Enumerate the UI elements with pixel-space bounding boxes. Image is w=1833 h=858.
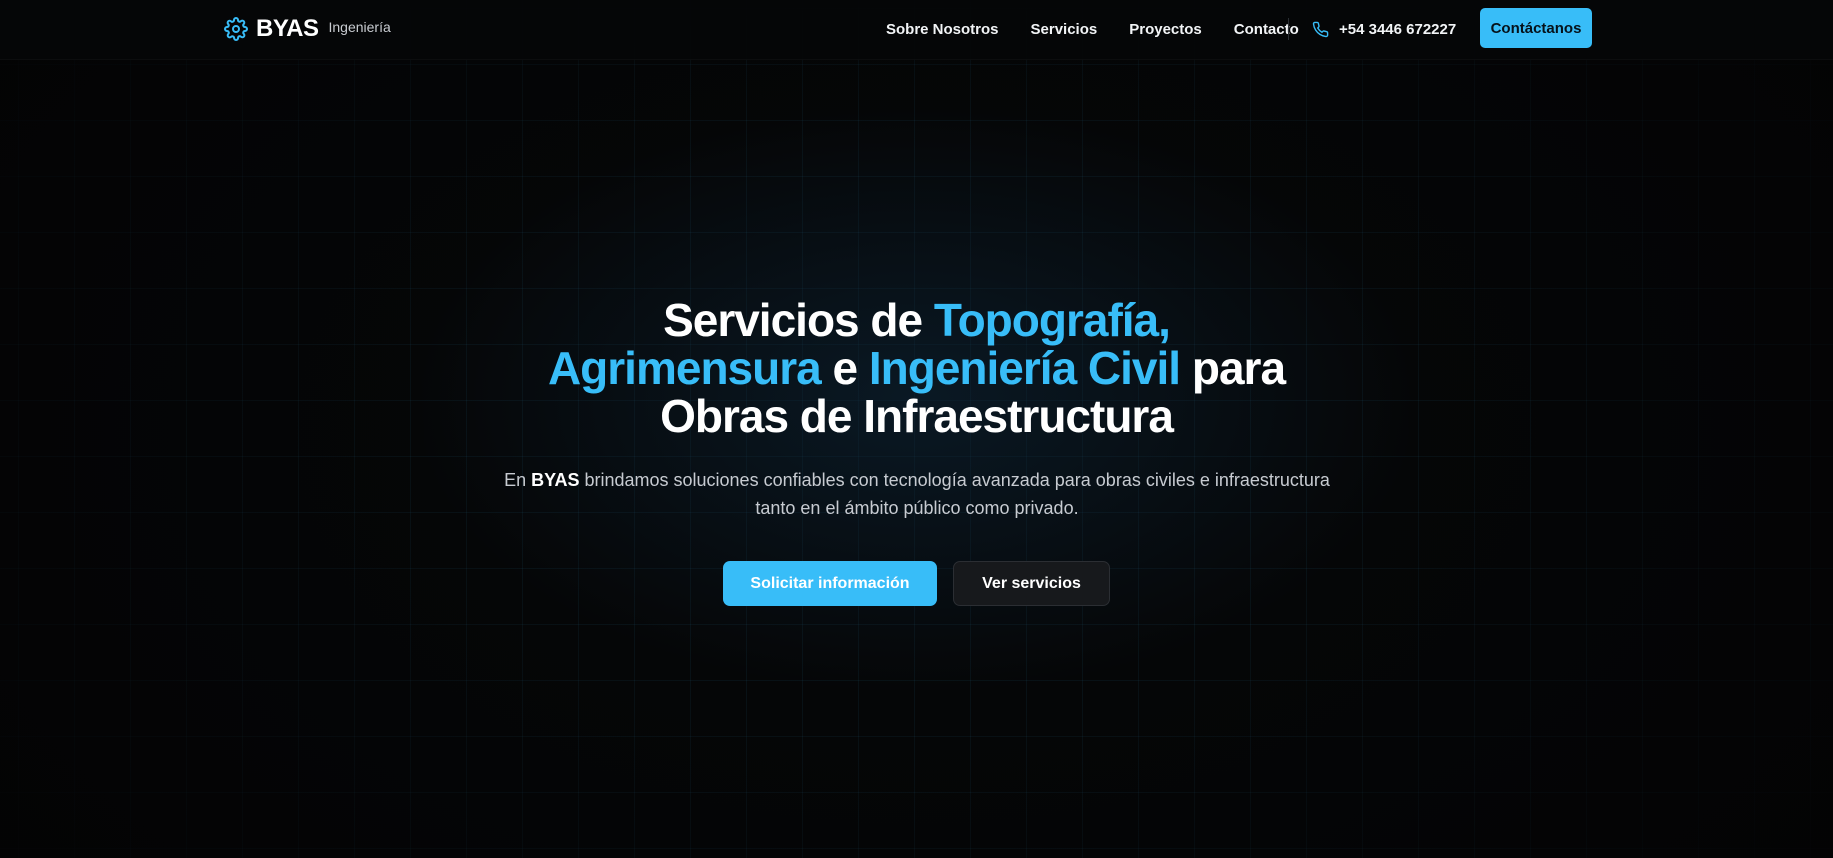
hero-title: Servicios de Topografía, Agrimensura e I… [0, 296, 1833, 440]
hero-description: En BYAS brindamos soluciones confiables … [486, 466, 1348, 522]
hero-title-line-3: Obras de Infraestructura [660, 390, 1174, 442]
hero-desc-post: brindamos soluciones confiables con tecn… [579, 470, 1330, 518]
hero-title-accent: Ingeniería Civil [868, 342, 1181, 394]
brand-name: BYAS [256, 15, 319, 42]
brand-logo[interactable]: BYAS Ingeniería [224, 14, 391, 44]
hero-section: Servicios de Topografía, Agrimensura e I… [0, 296, 1833, 518]
hero-desc-pre: En [504, 470, 532, 490]
phone-icon [1312, 21, 1329, 37]
nav-link-sobre-nosotros[interactable]: Sobre Nosotros [886, 21, 999, 38]
brand-subtitle: Ingeniería [328, 19, 391, 35]
hero-title-accent: Topografía, [933, 294, 1171, 346]
hero-title-accent: Agrimensura [547, 342, 822, 394]
hero-title-line-1: Servicios de Topografía, [0, 296, 1833, 344]
main-nav: Sobre Nosotros Servicios Proyectos Conta… [886, 18, 1299, 40]
hero-desc-brand: BYAS [531, 470, 580, 490]
view-services-button[interactable]: Ver servicios [953, 561, 1110, 606]
nav-link-servicios[interactable]: Servicios [1031, 21, 1098, 38]
hero-title-text: e [820, 342, 869, 394]
hero-title-text: Servicios de [663, 294, 934, 346]
nav-link-proyectos[interactable]: Proyectos [1129, 21, 1202, 38]
hero-title-line-2: Agrimensura e Ingeniería Civil para [0, 344, 1833, 392]
gear-icon [224, 17, 248, 41]
contact-button[interactable]: Contáctanos [1480, 8, 1592, 48]
phone-number: +54 3446 672227 [1339, 20, 1457, 38]
request-info-button[interactable]: Solicitar información [723, 561, 937, 606]
hero-actions: Solicitar información Ver servicios [0, 561, 1833, 606]
hero-title-text: para [1180, 342, 1286, 394]
phone-link[interactable]: +54 3446 672227 [1312, 18, 1456, 40]
site-header: BYAS Ingeniería Sobre Nosotros Servicios… [0, 0, 1833, 60]
nav-divider [1288, 18, 1289, 40]
nav-link-contacto[interactable]: Contacto [1234, 21, 1299, 38]
